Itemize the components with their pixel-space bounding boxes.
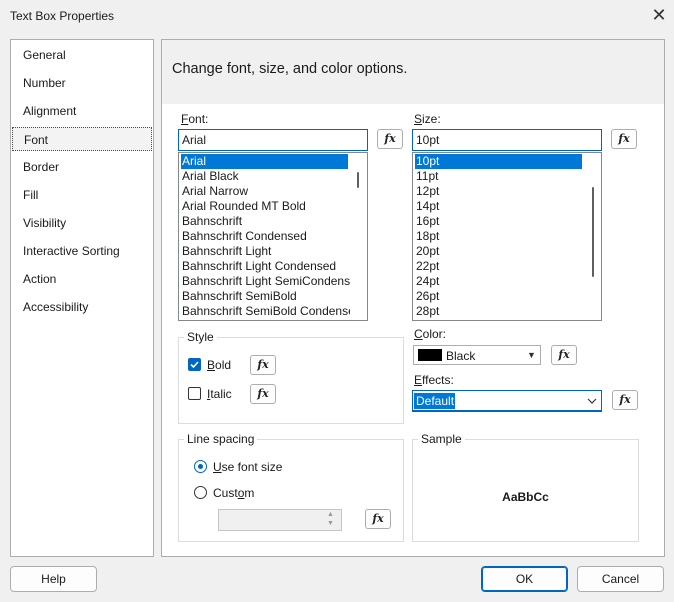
italic-label[interactable]: Italic [207, 387, 232, 401]
use-font-size-text: se font size [221, 460, 283, 474]
close-icon[interactable]: ✕ [650, 6, 668, 24]
list-item[interactable]: Arial Black [181, 169, 239, 184]
color-fx-button[interactable]: fx [551, 345, 577, 365]
use-font-size-radio[interactable] [194, 460, 207, 473]
list-item[interactable]: 26pt [415, 289, 439, 304]
use-font-size-accel: U [213, 460, 222, 474]
color-label: Color: [414, 327, 446, 341]
list-item[interactable]: 18pt [415, 229, 439, 244]
list-item[interactable]: 16pt [415, 214, 439, 229]
font-listbox[interactable]: Arial Arial Black Arial Narrow Arial Rou… [178, 152, 368, 321]
size-list-scrollbar[interactable] [592, 187, 594, 277]
nav-item-alignment[interactable]: Alignment [12, 99, 152, 123]
bold-label[interactable]: Bold [207, 358, 231, 372]
custom-label-text-a: Cust [213, 486, 238, 500]
list-item[interactable]: Bahnschrift [181, 214, 242, 229]
color-dropdown[interactable]: Black ▼ [413, 345, 541, 365]
effects-fx-button[interactable]: fx [612, 390, 638, 410]
custom-radio[interactable] [194, 486, 207, 499]
list-item[interactable]: 24pt [415, 274, 439, 289]
chevron-down-icon [587, 398, 597, 404]
sample-legend: Sample [418, 432, 465, 446]
custom-label-text-b: m [244, 486, 255, 500]
custom-spacing-stepper[interactable]: ▲ ▼ [218, 509, 342, 531]
bold-fx-button[interactable]: fx [250, 355, 276, 375]
list-item[interactable]: Arial Narrow [181, 184, 248, 199]
line-spacing-legend: Line spacing [184, 432, 258, 446]
font-list-scrollbar[interactable] [357, 172, 359, 188]
font-fx-button[interactable]: fx [377, 129, 403, 149]
nav-item-accessibility[interactable]: Accessibility [12, 295, 152, 319]
nav-item-general[interactable]: General [12, 43, 152, 67]
size-input[interactable]: 10pt [412, 129, 602, 151]
list-item[interactable]: 20pt [415, 244, 439, 259]
color-swatch [418, 349, 442, 361]
list-item[interactable]: Bahnschrift Light [181, 244, 271, 259]
bold-checkbox[interactable] [188, 358, 201, 371]
use-font-size-label[interactable]: Use font size [213, 460, 282, 474]
list-item[interactable]: Bahnschrift SemiBold [181, 289, 297, 304]
effects-label: Effects: [414, 373, 454, 387]
cancel-button[interactable]: Cancel [577, 566, 664, 592]
nav-item-font[interactable]: Font [12, 127, 152, 151]
dropdown-arrow-icon: ▼ [527, 350, 536, 360]
list-item[interactable]: 28pt [415, 304, 439, 319]
spin-up-icon[interactable]: ▲ [327, 511, 334, 519]
list-item[interactable]: Bahnschrift SemiBold Condense [181, 304, 350, 319]
italic-fx-button[interactable]: fx [250, 384, 276, 404]
custom-spacing-fx-button[interactable]: fx [365, 509, 391, 529]
nav-item-visibility[interactable]: Visibility [12, 211, 152, 235]
italic-label-text: talic [210, 387, 232, 401]
list-item[interactable]: Bahnschrift Light SemiCondens [181, 274, 350, 289]
style-legend: Style [184, 330, 217, 344]
bold-label-text: old [215, 358, 232, 372]
list-item[interactable]: 11pt [415, 169, 438, 184]
list-item[interactable]: 10pt [415, 154, 582, 169]
list-item[interactable]: Bahnschrift Light Condensed [181, 259, 336, 274]
nav-item-action[interactable]: Action [12, 267, 152, 291]
help-button[interactable]: Help [10, 566, 97, 592]
nav-panel: General Number Alignment Font Border Fil… [10, 39, 154, 557]
italic-checkbox[interactable] [188, 387, 201, 400]
nav-item-number[interactable]: Number [12, 71, 152, 95]
page-title: Change font, size, and color options. [172, 61, 408, 77]
window-title: Text Box Properties [10, 9, 115, 23]
ok-button[interactable]: OK [481, 566, 568, 592]
size-label-accel: S [414, 112, 423, 126]
checkmark-icon [190, 361, 199, 369]
bold-label-accel: B [207, 358, 216, 372]
list-item[interactable]: Arial [181, 154, 348, 169]
list-item[interactable]: 12pt [415, 184, 439, 199]
list-item[interactable]: Bahnschrift Condensed [181, 229, 307, 244]
font-input[interactable]: Arial [178, 129, 368, 151]
size-label-text: ize: [422, 112, 441, 126]
effects-value: Default [416, 394, 455, 408]
style-group [178, 337, 404, 424]
size-label: Size: [414, 112, 441, 126]
font-label: Font: [181, 112, 208, 126]
effects-label-accel: E [414, 373, 423, 387]
color-value: Black [446, 349, 476, 363]
effects-dropdown[interactable]: Default [412, 390, 602, 412]
list-item[interactable]: Arial Rounded MT Bold [181, 199, 306, 214]
size-fx-button[interactable]: fx [611, 129, 637, 149]
nav-item-border[interactable]: Border [12, 155, 152, 179]
size-listbox[interactable]: 10pt 11pt 12pt 14pt 16pt 18pt 20pt 22pt … [412, 152, 602, 321]
nav-item-interactive-sorting[interactable]: Interactive Sorting [12, 239, 152, 263]
nav-item-fill[interactable]: Fill [12, 183, 152, 207]
custom-label[interactable]: Custom [213, 486, 254, 500]
font-label-text: ont: [188, 112, 209, 126]
list-item[interactable]: 22pt [415, 259, 439, 274]
spin-down-icon[interactable]: ▼ [327, 520, 334, 528]
color-label-text: olor: [422, 327, 447, 341]
sample-text: AaBbCc [502, 490, 549, 504]
effects-label-text: ffects: [422, 373, 454, 387]
list-item[interactable]: 14pt [415, 199, 439, 214]
color-label-accel: C [414, 327, 423, 341]
